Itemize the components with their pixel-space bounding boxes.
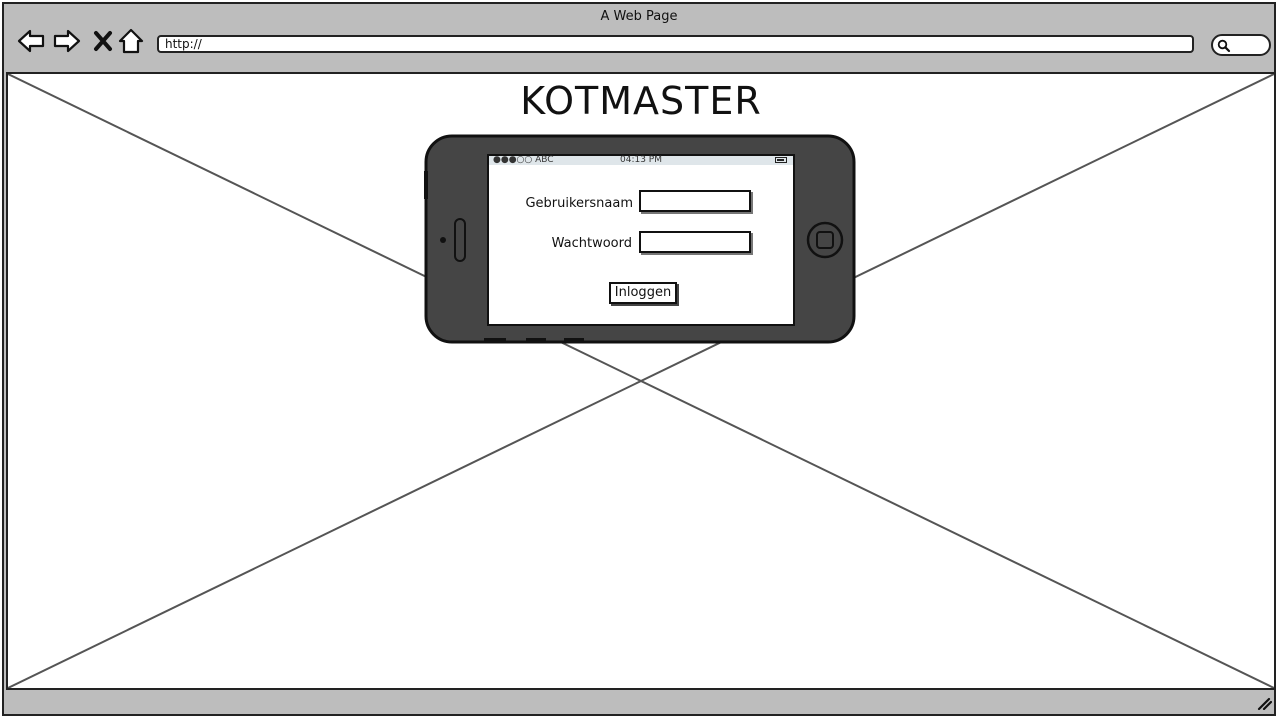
url-input[interactable] xyxy=(157,35,1194,53)
password-input[interactable] xyxy=(639,231,751,253)
close-icon[interactable] xyxy=(88,26,118,56)
home-icon[interactable] xyxy=(116,26,146,56)
password-label: Wachtwoord xyxy=(551,236,632,251)
arrow-right-icon[interactable] xyxy=(52,26,82,56)
username-label: Gebruikersnaam xyxy=(525,196,633,211)
page-viewport: KOTMASTER ●●●○○ ABC 04:13 PM Gebruikersn… xyxy=(6,72,1276,690)
status-bar xyxy=(6,692,1276,714)
window-title: A Web Page xyxy=(600,9,678,24)
search-box[interactable] xyxy=(1211,34,1271,56)
status-time: 04:13 PM xyxy=(620,155,662,165)
battery-icon xyxy=(775,157,787,163)
arrow-left-icon[interactable] xyxy=(16,26,46,56)
phone-status-bar: ●●●○○ ABC 04:13 PM xyxy=(489,156,793,165)
page-title: KOTMASTER xyxy=(520,79,762,123)
login-button[interactable]: Inloggen xyxy=(609,282,677,304)
search-icon xyxy=(1217,39,1231,53)
resize-grip-icon[interactable] xyxy=(1256,696,1272,710)
username-input[interactable] xyxy=(639,190,751,212)
phone-screen: ●●●○○ ABC 04:13 PM Gebruikersnaam Wachtw… xyxy=(487,154,795,326)
